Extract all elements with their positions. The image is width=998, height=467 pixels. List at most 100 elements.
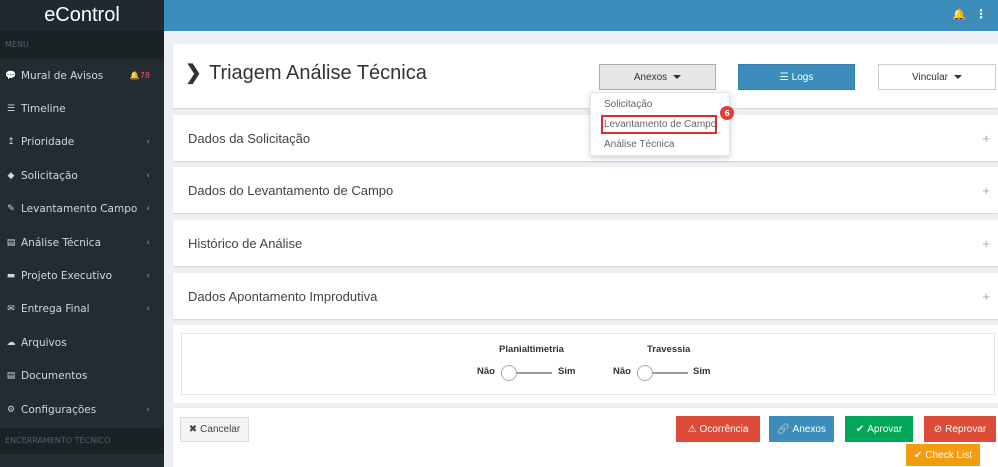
close-icon: ✖ [188, 424, 198, 435]
accordion-title: Histórico de Análise [188, 235, 303, 251]
check-list-label: Check List [925, 449, 973, 461]
action-bar: ✖ Cancelar ⚠ Ocorrência 🔗 Anexos ✔ Aprov… [173, 408, 998, 467]
check-icon: ✔ [855, 423, 865, 435]
plus-icon[interactable]: + [982, 236, 990, 251]
sidebar-item-projeto-executivo[interactable]: ▬ Projeto Executivo ‹ [0, 259, 164, 292]
logs-label: Logs [791, 71, 814, 83]
sidebar-item-label: Configurações [21, 403, 97, 416]
plus-icon[interactable]: + [982, 183, 990, 198]
travessia-off-label: Não [613, 366, 631, 377]
chevron-left-icon: ‹ [146, 271, 150, 282]
anexos-label: Anexos [633, 71, 668, 83]
sidebar-item-prioridade[interactable]: ↥ Prioridade ‹ [0, 126, 164, 159]
app-logo[interactable]: eControl [0, 0, 164, 31]
title-panel: ❯ Triagem Análise Técnica Anexos ☰ Logs … [173, 44, 998, 108]
accordion-dados-apontamento[interactable]: Dados Apontamento Improdutiva + [173, 273, 998, 319]
planialtimetria-label: Planialtimetria [499, 344, 564, 355]
highlight-box [601, 115, 717, 134]
sidebar-item-label: Projeto Executivo [21, 270, 112, 283]
page-title-text: Triagem Análise Técnica [208, 62, 427, 84]
sidebar-item-label: Timeline [21, 103, 66, 116]
sidebar-item-label: Análise Técnica [21, 236, 102, 249]
ban-icon: ⊘ [933, 423, 943, 435]
top-navbar: 🔔 ⋮ [164, 0, 998, 31]
vincular-dropdown-button[interactable]: Vincular [878, 64, 996, 90]
accordion-dados-solicitacao[interactable]: Dados da Solicitação + [173, 115, 998, 161]
chevron-right-icon: ❯ [185, 62, 202, 84]
anexos-label: Anexos [792, 423, 826, 435]
reprovar-button[interactable]: ⊘ Reprovar [924, 416, 996, 442]
vincular-label: Vincular [912, 71, 948, 83]
ocorrencia-button[interactable]: ⚠ Ocorrência [676, 416, 760, 442]
caret-down-icon [673, 75, 682, 79]
chat-icon: 💬 [5, 70, 17, 81]
sidebar-item-analise-tecnica[interactable]: ▤ Análise Técnica ‹ [0, 226, 164, 259]
chevron-left-icon: ‹ [146, 304, 150, 315]
reprovar-label: Reprovar [945, 423, 987, 435]
warning-icon: ⚠ [687, 423, 697, 435]
planialtimetria-on-label: Sim [558, 366, 576, 377]
accordion-title: Dados Apontamento Improdutiva [188, 288, 378, 304]
cancel-label: Cancelar [200, 424, 241, 435]
logs-button[interactable]: ☰ Logs [738, 64, 855, 90]
accordion-title: Dados do Levantamento de Campo [188, 182, 394, 198]
travessia-switch[interactable] [637, 365, 653, 381]
sidebar-item-label: Mural de Avisos [21, 69, 104, 82]
dropdown-item-analise-tecnica[interactable]: Análise Técnica [604, 139, 674, 150]
accordion-historico-analise[interactable]: Histórico de Análise + [173, 220, 998, 266]
paperclip-icon: 🔗 [777, 423, 790, 435]
more-vertical-icon[interactable]: ⋮ [975, 7, 987, 21]
anexos-dropdown-button[interactable]: Anexos [599, 64, 716, 90]
sidebar-item-documentos[interactable]: ▤ Documentos [0, 360, 164, 393]
planialtimetria-switch[interactable] [501, 365, 517, 381]
check-list-button[interactable]: ✔ Check List [906, 444, 980, 466]
tag-icon: ◆ [7, 170, 15, 181]
anexos-button[interactable]: 🔗 Anexos [769, 416, 834, 442]
plus-icon[interactable]: + [982, 289, 990, 304]
sidebar-item-entrega-final[interactable]: ✉ Entrega Final ‹ [0, 293, 164, 326]
chevron-left-icon: ‹ [146, 237, 150, 248]
list-icon: ☰ [779, 71, 789, 83]
chevron-left-icon: ‹ [146, 170, 150, 181]
menu-section-encerramento: ENCERRAMENTO TÉCNICO [0, 428, 164, 454]
sidebar-item-solicitacao[interactable]: ◆ Solicitação ‹ [0, 159, 164, 192]
bell-icon[interactable]: 🔔 [952, 8, 966, 21]
sidebar-item-configuracoes[interactable]: ⚙ Configurações ‹ [0, 393, 164, 426]
accordion-title: Dados da Solicitação [188, 130, 311, 146]
toggle-box: Planialtimetria Não Sim Travessia Não Si… [181, 333, 995, 395]
travessia-on-label: Sim [693, 366, 711, 377]
cancel-button[interactable]: ✖ Cancelar [180, 417, 249, 442]
caret-down-icon [953, 75, 962, 79]
toggle-panel: Planialtimetria Não Sim Travessia Não Si… [173, 325, 998, 403]
step-marker: 6 [720, 106, 734, 120]
menu-header: MENU [0, 31, 164, 59]
accordion-dados-levantamento[interactable]: Dados do Levantamento de Campo + [173, 167, 998, 213]
chevron-left-icon: ‹ [146, 204, 150, 215]
ocorrencia-label: Ocorrência [699, 423, 749, 435]
sidebar-item-label: Entrega Final [21, 303, 90, 316]
envelope-icon: ✉ [7, 304, 15, 315]
sidebar-item-label: Solicitação [21, 169, 78, 182]
cloud-icon: ☁ [6, 337, 16, 348]
sidebar-item-label: Prioridade [21, 136, 75, 149]
aprovar-button[interactable]: ✔ Aprovar [845, 416, 913, 442]
page-title: ❯ Triagem Análise Técnica [185, 60, 427, 85]
sidebar-item-label: Documentos [21, 370, 88, 383]
list-icon: ☰ [6, 104, 16, 115]
document-icon: ▤ [6, 371, 16, 382]
sidebar-item-levantamento-campo[interactable]: ✎ Levantamento Campo ‹ [0, 193, 164, 226]
chevron-left-icon: ‹ [146, 137, 150, 148]
sidebar-item-label: Arquivos [21, 336, 67, 349]
plus-icon[interactable]: + [982, 131, 990, 146]
cogs-icon: ⚙ [6, 404, 16, 415]
notification-badge: 🔔78 [129, 71, 150, 81]
sidebar-item-timeline[interactable]: ☰ Timeline [0, 92, 164, 125]
aprovar-label: Aprovar [867, 423, 903, 435]
chevron-left-icon: ‹ [146, 404, 150, 415]
travessia-label: Travessia [647, 344, 691, 355]
dropdown-item-solicitacao[interactable]: Solicitação [604, 99, 652, 110]
sort-icon: ↥ [7, 137, 15, 148]
sidebar: eControl MENU 💬 Mural de Avisos 🔔78 ☰ Ti… [0, 0, 164, 467]
sidebar-item-mural-de-avisos[interactable]: 💬 Mural de Avisos 🔔78 [0, 59, 164, 92]
sidebar-item-arquivos[interactable]: ☁ Arquivos [0, 326, 164, 359]
